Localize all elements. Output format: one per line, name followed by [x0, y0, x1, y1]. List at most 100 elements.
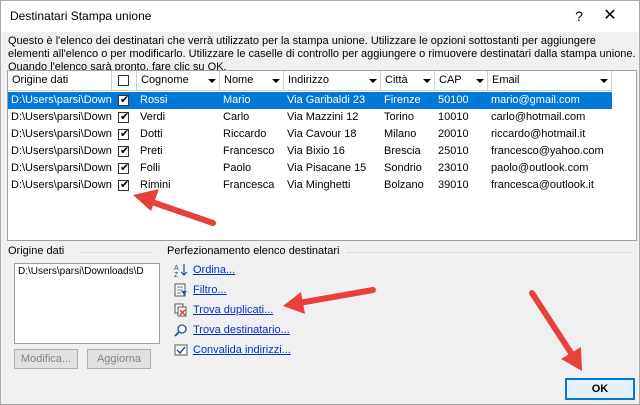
source-cell: D:\Users\parsi\Downl... [11, 179, 112, 191]
validate-addresses-link[interactable]: Convalida indirizzi... [193, 344, 291, 356]
close-button[interactable]: ✕ [598, 5, 622, 27]
source-cell: D:\Users\parsi\Downl... [11, 111, 112, 123]
chevron-down-icon[interactable] [272, 79, 280, 83]
find-recipient-link[interactable]: Trova destinatario... [193, 324, 290, 336]
cognome-cell: Preti [140, 145, 163, 157]
cognome-cell: Folli [140, 162, 161, 174]
cap-cell: 39010 [438, 179, 469, 191]
chevron-down-icon[interactable] [423, 79, 431, 83]
annotation-arrow-icon [283, 287, 376, 314]
chevron-down-icon[interactable] [600, 79, 608, 83]
checkmark-icon: ✔ [120, 179, 130, 191]
refine-list-label: Perfezionamento elenco destinatari [167, 245, 340, 257]
checkmark-icon: ✔ [120, 128, 130, 140]
cognome-cell: Rimini [140, 179, 171, 191]
chevron-down-icon[interactable] [476, 79, 484, 83]
indirizzo-cell: Via Garibaldi 23 [287, 94, 366, 106]
column-header-nome[interactable]: Nome [220, 71, 284, 91]
find-duplicates-link[interactable]: Trova duplicati... [193, 304, 273, 316]
email-cell: mario@gmail.com [491, 94, 580, 106]
citta-cell: Brescia [384, 145, 421, 157]
ok-button[interactable]: OK [565, 378, 635, 400]
validate-addresses-icon [174, 344, 188, 356]
cap-cell: 20010 [438, 128, 469, 140]
indirizzo-cell: Via Mazzini 12 [287, 111, 359, 123]
cap-cell: 25010 [438, 145, 469, 157]
nome-cell: Riccardo [223, 128, 267, 140]
data-source-label: Origine dati [8, 245, 65, 257]
dialog-title: Destinatari Stampa unione [10, 9, 152, 23]
divider [81, 252, 151, 253]
cap-cell: 10010 [438, 111, 469, 123]
indirizzo-cell: Via Bixio 16 [287, 145, 345, 157]
help-button[interactable]: ? [567, 5, 591, 27]
data-source-item[interactable]: D:\Users\parsi\Downloads\D [18, 266, 144, 277]
source-cell: D:\Users\parsi\Downl... [11, 145, 112, 157]
cap-cell: 23010 [438, 162, 469, 174]
column-header-label: Città [385, 74, 408, 86]
column-header-citta[interactable]: Città [381, 71, 435, 91]
divider [346, 252, 631, 253]
title-bar: Destinatari Stampa unione ? ✕ [1, 1, 639, 32]
column-header-label: Nome [224, 74, 254, 86]
select-all-checkbox[interactable] [118, 75, 129, 86]
table-row[interactable]: D:\Users\parsi\Downl... ✔ Preti Francesc… [8, 143, 612, 160]
email-cell: francesco@yahoo.com [491, 145, 604, 157]
column-header-select-all[interactable] [112, 71, 137, 91]
citta-cell: Firenze [384, 94, 421, 106]
table-row[interactable]: D:\Users\parsi\Downl... ✔ Rossi Mario Vi… [8, 92, 612, 109]
checkmark-icon: ✔ [120, 162, 130, 174]
recipients-table: Origine dati Cognome Nome Indirizzo Citt… [7, 70, 637, 241]
indirizzo-cell: Via Minghetti [287, 179, 351, 191]
checkmark-icon: ✔ [120, 111, 130, 123]
column-header-label: Indirizzo [288, 74, 329, 86]
include-checkbox[interactable]: ✔ [118, 145, 129, 157]
column-header-label: CAP [439, 74, 462, 86]
include-checkbox[interactable]: ✔ [118, 128, 130, 140]
indirizzo-cell: Via Cavour 18 [287, 128, 357, 140]
annotation-arrow-icon [529, 290, 582, 371]
cognome-cell: Verdi [140, 111, 166, 123]
filter-link[interactable]: Filtro... [193, 284, 227, 296]
citta-cell: Torino [384, 111, 414, 123]
mail-merge-recipients-dialog: Destinatari Stampa unione ? ✕ Questo è l… [0, 0, 640, 405]
modify-button[interactable]: Modifica... [14, 349, 78, 369]
sort-link[interactable]: Ordina... [193, 264, 235, 276]
column-header-cognome[interactable]: Cognome [137, 71, 220, 91]
source-cell: D:\Users\parsi\Downl... [11, 128, 112, 140]
find-recipient-icon [174, 324, 187, 337]
sort-icon: A Z [174, 264, 188, 277]
column-header-indirizzo[interactable]: Indirizzo [284, 71, 381, 91]
source-cell: D:\Users\parsi\Downl... [11, 162, 112, 174]
nome-cell: Paolo [223, 162, 252, 174]
table-row[interactable]: D:\Users\parsi\Downl... ✔ Rimini Frances… [8, 177, 612, 194]
email-cell: riccardo@hotmail.it [491, 128, 586, 140]
table-row[interactable]: D:\Users\parsi\Downl... ✔ Verdi Carlo Vi… [8, 109, 612, 126]
email-cell: francesca@outlook.it [491, 179, 594, 191]
column-header-email[interactable]: Email [488, 71, 612, 91]
include-checkbox[interactable]: ✔ [118, 179, 130, 191]
citta-cell: Milano [384, 128, 417, 140]
column-header-label: Email [492, 74, 520, 86]
refresh-button[interactable]: Aggiorna [87, 349, 151, 369]
table-row[interactable]: D:\Users\parsi\Downl... ✔ Dotti Riccardo… [8, 126, 612, 143]
table-empty-area [612, 71, 636, 240]
column-header-cap[interactable]: CAP [435, 71, 488, 91]
include-checkbox[interactable]: ✔ [118, 162, 130, 174]
data-source-list[interactable]: D:\Users\parsi\Downloads\D [14, 263, 160, 344]
column-header-source[interactable]: Origine dati [8, 71, 112, 91]
indirizzo-cell: Via Pisacane 15 [287, 162, 367, 174]
include-checkbox[interactable]: ✔ [118, 111, 130, 123]
source-cell: D:\Users\parsi\Downl... [11, 94, 112, 106]
chevron-down-icon[interactable] [369, 79, 377, 83]
nome-cell: Carlo [223, 111, 250, 123]
citta-cell: Bolzano [384, 179, 424, 191]
find-duplicates-icon [174, 303, 187, 317]
nome-cell: Francesca [223, 179, 275, 191]
cognome-cell: Dotti [140, 128, 163, 140]
email-cell: paolo@outlook.com [491, 162, 589, 174]
include-checkbox[interactable]: ✔ [118, 94, 129, 106]
column-header-label: Origine dati [12, 74, 69, 86]
chevron-down-icon[interactable] [208, 79, 216, 83]
table-row[interactable]: D:\Users\parsi\Downl... ✔ Folli Paolo Vi… [8, 160, 612, 177]
